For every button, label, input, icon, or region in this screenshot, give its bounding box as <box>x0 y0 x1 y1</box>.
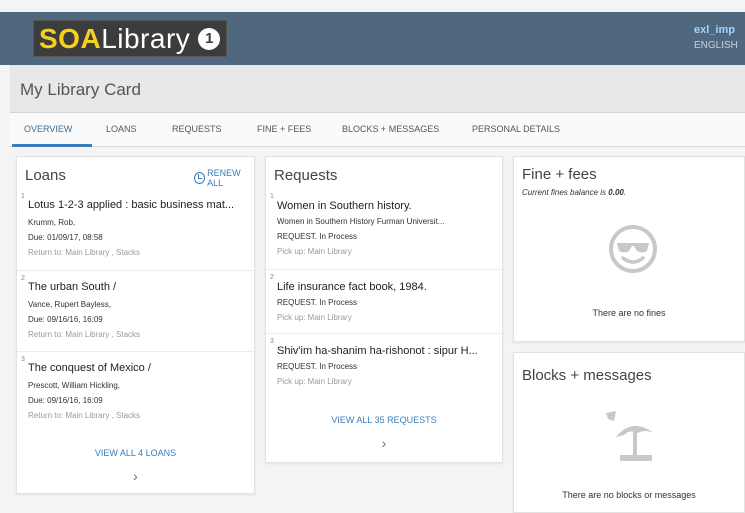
requests-card: Requests 1 Women in Southern history. Wo… <box>265 156 503 463</box>
loans-card-title: Loans <box>25 167 66 184</box>
loan-author: Prescott, William Hickling, <box>28 381 121 390</box>
loans-card: Loans RENEW ALL 1 Lotus 1-2-3 applied : … <box>16 156 255 494</box>
request-title[interactable]: Life insurance fact book, 1984. <box>277 281 427 293</box>
loan-index: 2 <box>21 275 25 282</box>
tab-bar: OVERVIEW LOANS REQUESTS FINE + FEES BLOC… <box>10 113 745 147</box>
loan-item[interactable]: 3 The conquest of Mexico / Prescott, Wil… <box>17 352 254 432</box>
loan-title[interactable]: The urban South / <box>28 281 116 293</box>
loan-item[interactable]: 1 Lotus 1-2-3 applied : basic business m… <box>17 189 254 271</box>
request-index: 1 <box>270 193 274 200</box>
fines-balance-text: Current fines balance is 0.00. <box>522 188 626 197</box>
top-fade <box>0 0 745 12</box>
no-blocks-message: There are no blocks or messages <box>562 490 696 500</box>
request-pickup: Pick up: Main Library <box>277 377 352 386</box>
fines-balance-prefix: Current fines balance is <box>522 188 607 197</box>
fines-card-title: Fine + fees <box>522 166 597 183</box>
request-pickup: Pick up: Main Library <box>277 313 352 322</box>
fines-balance-suffix: . <box>623 188 627 197</box>
active-tab-indicator <box>12 144 92 147</box>
tab-blocks-messages[interactable]: BLOCKS + MESSAGES <box>342 124 439 134</box>
request-status: REQUEST. In Process <box>277 232 358 241</box>
loan-item[interactable]: 2 The urban South / Vance, Rupert Bayles… <box>17 271 254 352</box>
request-index: 3 <box>270 338 274 345</box>
view-all-requests-link[interactable]: VIEW ALL 35 REQUESTS <box>266 415 502 425</box>
tab-personal-details[interactable]: PERSONAL DETAILS <box>472 124 560 134</box>
loan-due: Due: 09/16/16, 16:09 <box>28 315 103 324</box>
request-status: REQUEST. In Process <box>277 362 358 371</box>
requests-chevron-icon[interactable]: › <box>266 435 502 451</box>
renew-icon <box>194 172 206 184</box>
page-title-bar: My Library Card <box>10 65 745 113</box>
request-index: 2 <box>270 274 274 281</box>
loan-due: Due: 09/16/16, 16:09 <box>28 396 103 405</box>
blocks-card-title: Blocks + messages <box>522 367 652 384</box>
loans-chevron-icon[interactable]: › <box>17 468 254 484</box>
renew-all-button[interactable]: RENEW ALL <box>194 168 254 188</box>
renew-all-label: RENEW ALL <box>207 168 241 188</box>
sunglasses-smiley-icon <box>609 225 657 273</box>
request-item[interactable]: 1 Women in Southern history. Women in So… <box>266 189 502 270</box>
loan-index: 3 <box>21 356 25 363</box>
library-logo[interactable]: SOA Library 1 <box>33 20 227 57</box>
requests-card-title: Requests <box>274 167 338 184</box>
logo-number-badge: 1 <box>198 27 221 50</box>
loan-author: Krumm, Rob, <box>28 218 76 227</box>
logo-library-text: Library <box>101 22 191 54</box>
no-fines-message: There are no fines <box>592 308 666 318</box>
logo-soa-text: SOA <box>39 22 102 54</box>
beach-umbrella-icon <box>606 411 654 461</box>
request-title[interactable]: Women in Southern history. <box>277 200 412 212</box>
request-item[interactable]: 2 Life insurance fact book, 1984. REQUES… <box>266 270 502 334</box>
tab-loans[interactable]: LOANS <box>106 124 137 134</box>
loan-return-to: Return to: Main Library , Stacks <box>28 411 141 420</box>
fines-balance-value: 0.00 <box>608 188 624 197</box>
request-item[interactable]: 3 Shiv'im ha-shanim ha-rishonot : sipur … <box>266 334 502 398</box>
loan-due: Due: 01/09/17, 08:58 <box>28 233 103 242</box>
tab-requests[interactable]: REQUESTS <box>172 124 222 134</box>
request-status: REQUEST. In Process <box>277 298 358 307</box>
loan-index: 1 <box>21 193 25 200</box>
request-detail: Women in Southern History Furman Univers… <box>277 217 445 226</box>
user-name-link[interactable]: exl_imp <box>694 24 735 36</box>
language-selector[interactable]: ENGLISH <box>694 40 738 51</box>
tab-overview[interactable]: OVERVIEW <box>24 124 72 134</box>
view-all-loans-link[interactable]: VIEW ALL 4 LOANS <box>17 448 254 458</box>
page-title: My Library Card <box>20 80 141 99</box>
loan-title[interactable]: The conquest of Mexico / <box>28 362 151 374</box>
fines-card: Fine + fees Current fines balance is 0.0… <box>513 156 745 342</box>
top-header: SOA Library 1 exl_imp ENGLISH <box>0 0 745 65</box>
request-title[interactable]: Shiv'im ha-shanim ha-rishonot : sipur H.… <box>277 345 478 357</box>
loan-return-to: Return to: Main Library , Stacks <box>28 330 141 339</box>
request-pickup: Pick up: Main Library <box>277 247 352 256</box>
loan-title[interactable]: Lotus 1-2-3 applied : basic business mat… <box>28 199 234 211</box>
loan-return-to: Return to: Main Library , Stacks <box>28 248 141 257</box>
tab-fine-fees[interactable]: FINE + FEES <box>257 124 311 134</box>
loan-author: Vance, Rupert Bayless, <box>28 300 112 309</box>
blocks-card: Blocks + messages There are no blocks or… <box>513 352 745 513</box>
